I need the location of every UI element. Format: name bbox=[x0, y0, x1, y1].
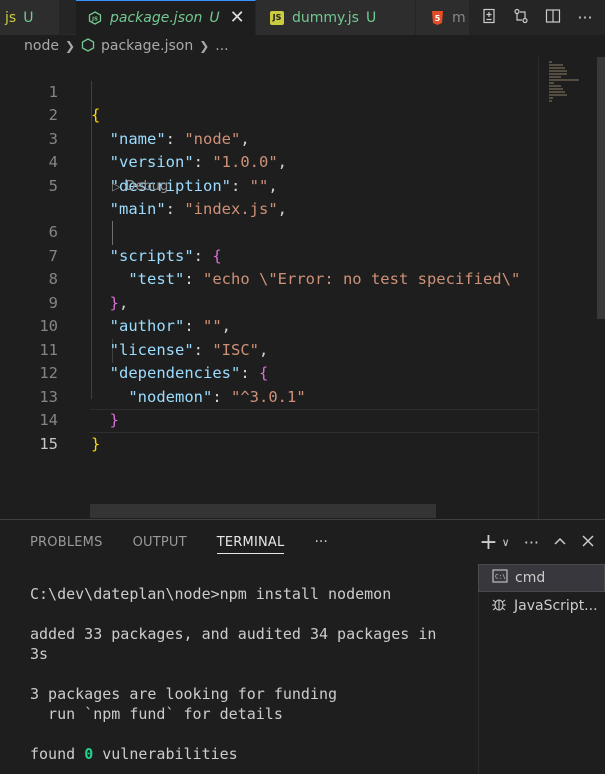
minimap-line bbox=[549, 91, 565, 93]
breadcrumb: node ❯ package.json ❯ ... bbox=[0, 35, 229, 57]
line-number: 15 bbox=[39, 434, 58, 453]
tab-problems[interactable]: PROBLEMS bbox=[30, 535, 103, 550]
minimap-line bbox=[549, 61, 552, 63]
code-line: 15 bbox=[0, 409, 538, 453]
terminal-item-javascript[interactable]: JavaScript... bbox=[478, 592, 605, 620]
vulnerability-count: 0 bbox=[84, 745, 94, 763]
minimap-line bbox=[549, 85, 561, 87]
tab-label: m bbox=[452, 9, 466, 26]
minimap-line bbox=[549, 73, 567, 75]
code-line: 14 } bbox=[0, 386, 538, 453]
code-line: 13 } bbox=[0, 362, 538, 430]
minimap-line bbox=[549, 76, 561, 78]
vertical-scrollbar[interactable] bbox=[597, 57, 605, 319]
minimap-line bbox=[549, 82, 554, 84]
terminal-line: found 0 vulnerabilities bbox=[30, 745, 238, 763]
breadcrumb-file[interactable]: package.json bbox=[101, 38, 193, 54]
tab-package-json[interactable]: JS package.json U ✕ bbox=[76, 0, 256, 35]
html5-file-icon: 5 bbox=[430, 10, 444, 25]
terminal-item-label: JavaScript... bbox=[514, 598, 598, 614]
json-file-icon: JS bbox=[88, 11, 102, 25]
tab-dummy-js[interactable]: JS dummy.js U bbox=[256, 0, 416, 35]
code-line: 9 "author": "", bbox=[0, 268, 538, 336]
terminal-list: C:\ cmd JavaScript... bbox=[478, 564, 605, 620]
terminal-item-cmd[interactable]: C:\ cmd bbox=[478, 564, 605, 592]
chevron-down-icon[interactable]: ∨ bbox=[502, 536, 510, 549]
minimap-line bbox=[549, 97, 553, 99]
cmd-icon: C:\ bbox=[491, 569, 509, 587]
more-icon[interactable]: ··· bbox=[314, 534, 327, 550]
minimap-line bbox=[549, 70, 567, 72]
minimap-line bbox=[549, 88, 563, 90]
git-status-badge: U bbox=[23, 9, 34, 26]
panel-tab-bar: PROBLEMS OUTPUT TERMINAL ··· bbox=[0, 520, 328, 564]
code-line: 6 "scripts": { bbox=[0, 198, 538, 265]
minimap[interactable] bbox=[538, 57, 605, 519]
more-actions-icon[interactable]: ··· bbox=[575, 8, 595, 27]
code-line: 5 "main": "index.js", bbox=[0, 151, 538, 219]
svg-text:C:\: C:\ bbox=[495, 574, 506, 581]
horizontal-scrollbar[interactable] bbox=[90, 504, 436, 518]
tab-label: package.json bbox=[110, 10, 203, 26]
tab-terminal[interactable]: TERMINAL bbox=[216, 535, 285, 554]
editor-actions: ··· bbox=[469, 0, 605, 35]
code-line: 12 "nodemon": "^3.0.1" bbox=[0, 339, 538, 406]
code-line: 1 { bbox=[0, 57, 538, 125]
tab-html[interactable]: 5 m bbox=[416, 0, 474, 35]
more-actions-icon[interactable]: ··· bbox=[524, 533, 539, 552]
code-line: 7 "test": "echo \"Error: no test specifi… bbox=[0, 221, 538, 289]
bottom-panel: PROBLEMS OUTPUT TERMINAL ··· + ∨ ··· C:\… bbox=[0, 519, 605, 774]
terminal-item-label: cmd bbox=[515, 570, 546, 586]
svg-text:5: 5 bbox=[434, 14, 440, 23]
chevron-right-icon: ❯ bbox=[64, 39, 76, 53]
terminal-output[interactable]: C:\dev\dateplan\node>npm install nodemon… bbox=[30, 584, 470, 764]
maximize-panel-icon[interactable] bbox=[553, 533, 567, 552]
code-line: 3 "version": "1.0.0", bbox=[0, 104, 538, 172]
json-file-icon bbox=[81, 37, 95, 55]
chevron-right-icon: ❯ bbox=[199, 39, 210, 53]
breadcrumb-more[interactable]: ... bbox=[215, 38, 228, 54]
terminal-line: added 33 packages, and audited 34 packag… bbox=[30, 625, 437, 643]
codelens-label: Debug bbox=[125, 178, 169, 194]
code-line: 11 "dependencies": { bbox=[0, 315, 538, 383]
close-icon[interactable] bbox=[581, 533, 595, 552]
tab-js[interactable]: js U bbox=[0, 0, 60, 35]
minimap-line bbox=[549, 94, 567, 96]
minimap-line bbox=[549, 100, 552, 102]
split-editor-icon[interactable] bbox=[543, 8, 563, 28]
code-line: 10 "license": "ISC", bbox=[0, 292, 538, 359]
open-changes-icon[interactable] bbox=[479, 8, 499, 28]
minimap-line bbox=[549, 67, 565, 69]
minimap-line bbox=[549, 79, 579, 81]
play-icon: ▷ bbox=[112, 179, 121, 193]
breadcrumb-folder[interactable]: node bbox=[24, 38, 59, 54]
code-line: 2 "name": "node", bbox=[0, 81, 538, 148]
svg-text:JS: JS bbox=[91, 17, 98, 23]
minimap-line bbox=[549, 64, 563, 66]
new-terminal-icon[interactable]: + bbox=[479, 530, 497, 555]
terminal-line: run `npm fund` for details bbox=[30, 705, 283, 723]
terminal-line: 3s bbox=[30, 645, 49, 663]
js-file-icon: JS bbox=[270, 10, 284, 25]
close-icon[interactable]: ✕ bbox=[230, 9, 245, 27]
terminal-line: 3 packages are looking for funding bbox=[30, 685, 338, 703]
tab-output[interactable]: OUTPUT bbox=[133, 535, 187, 550]
line-number: 5 bbox=[48, 176, 58, 195]
code-line: 8 }, bbox=[0, 245, 538, 312]
git-status-badge: U bbox=[365, 9, 377, 26]
bug-icon bbox=[490, 596, 508, 616]
terminal-line: C:\dev\dateplan\node>npm install nodemon bbox=[30, 585, 392, 603]
tab-label: dummy.js bbox=[292, 9, 359, 26]
debug-codelens[interactable]: ▷ Debug bbox=[112, 176, 168, 196]
editor-tab-bar: js U JS package.json U ✕ JS dummy.js U 5… bbox=[0, 0, 605, 35]
compare-icon[interactable] bbox=[511, 8, 531, 28]
tab-label: js bbox=[5, 9, 17, 26]
code-editor[interactable]: 1 { 2 "name": "node", 3 "version": "1.0.… bbox=[0, 57, 538, 519]
code-line: 4 "description": "", bbox=[0, 128, 538, 195]
git-status-badge: U bbox=[209, 10, 220, 26]
panel-actions: + ∨ ··· bbox=[479, 520, 595, 564]
